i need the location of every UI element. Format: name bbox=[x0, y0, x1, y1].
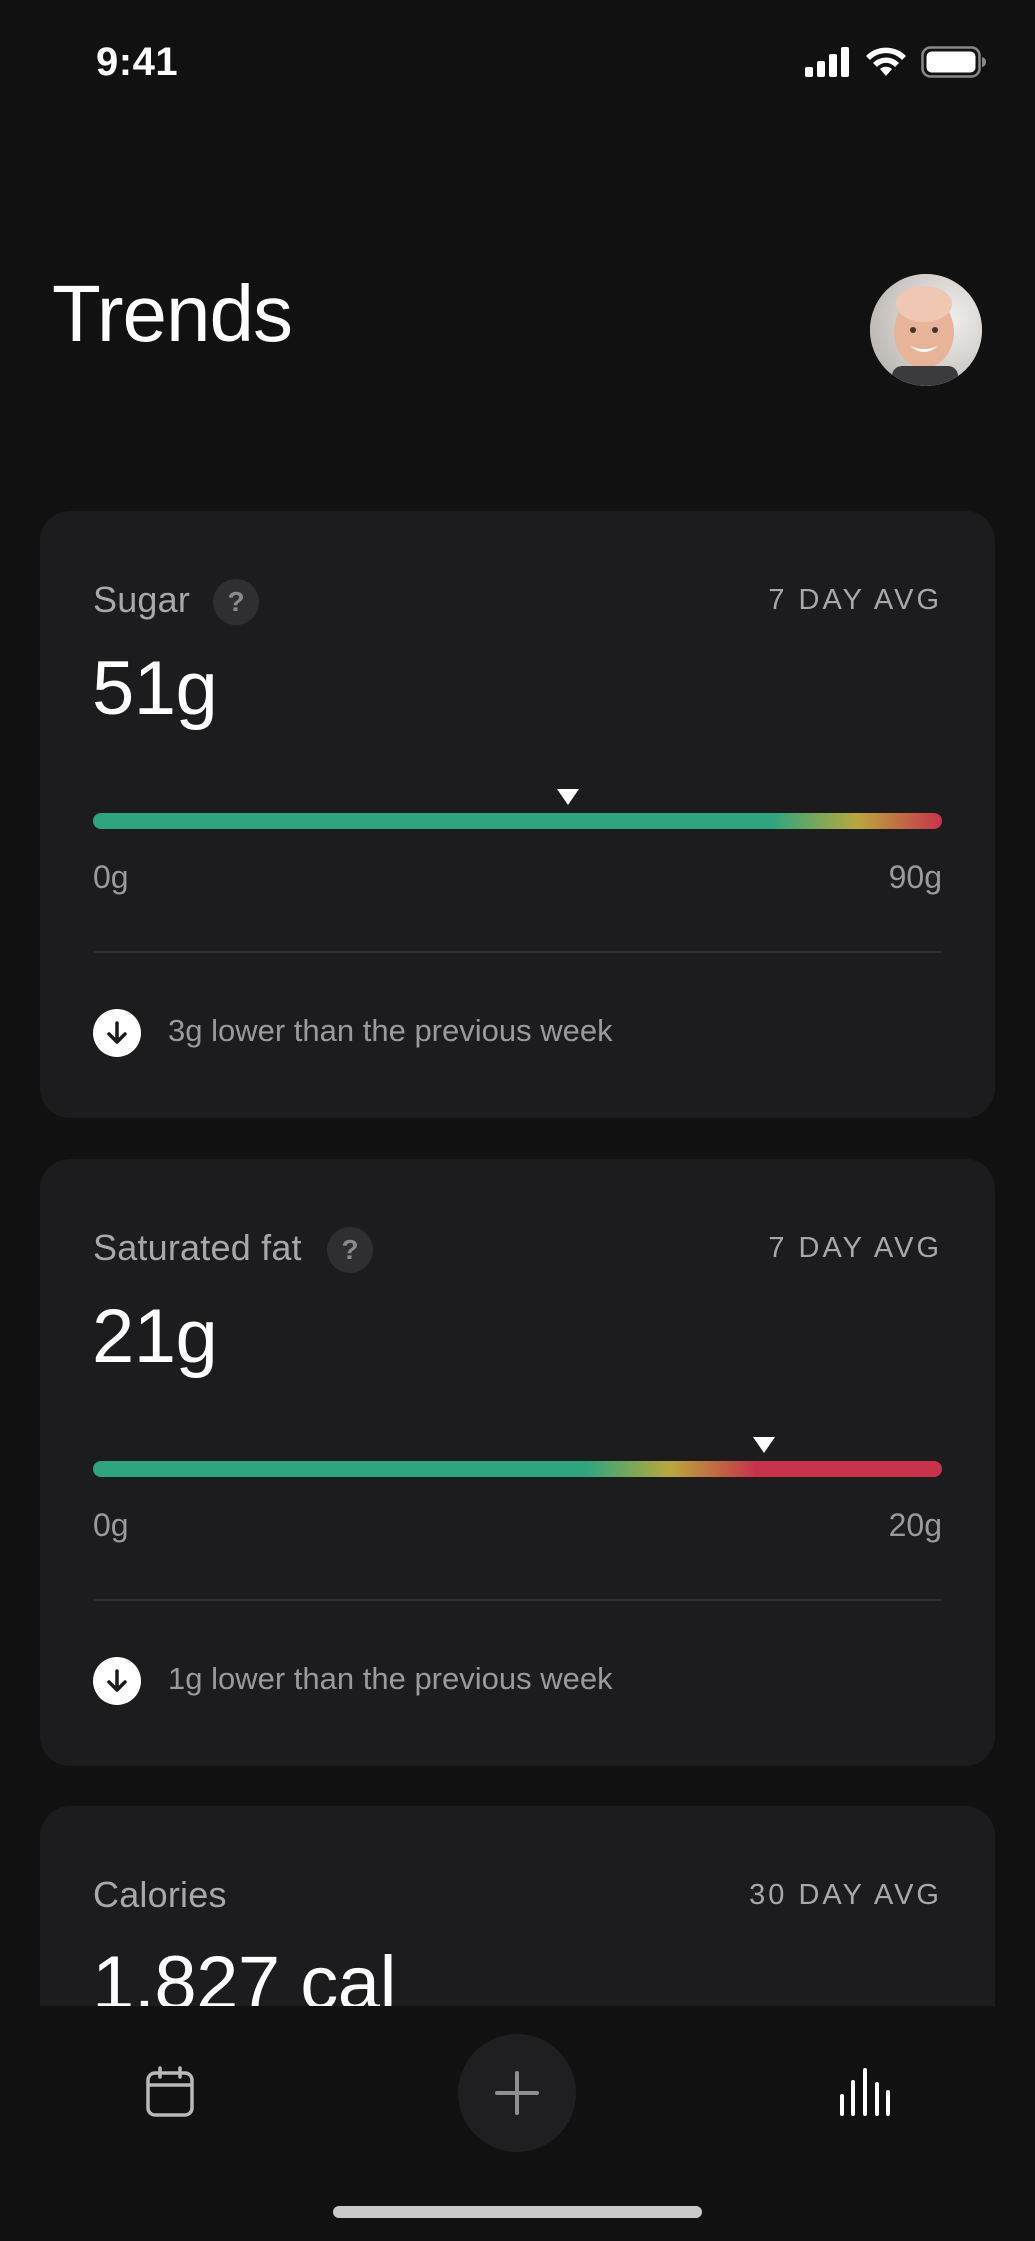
gauge-bar bbox=[93, 813, 942, 829]
gauge-marker bbox=[557, 789, 580, 805]
bar-chart-icon[interactable] bbox=[838, 2066, 892, 2121]
arrow-down-icon bbox=[93, 1657, 141, 1705]
signal-icon bbox=[805, 47, 849, 77]
gauge-min: 0g bbox=[93, 859, 129, 895]
gauge-bar bbox=[93, 1461, 942, 1477]
gauge-max: 90g bbox=[888, 859, 942, 895]
sugar-card[interactable]: Sugar ? 7 DAY AVG 51g 0g 90g 3g lower th… bbox=[40, 511, 995, 1118]
divider bbox=[93, 1599, 942, 1601]
card-value: 21g bbox=[92, 1294, 218, 1379]
saturated-fat-card[interactable]: Saturated fat ? 7 DAY AVG 21g 0g 20g 1g … bbox=[40, 1159, 995, 1766]
wifi-icon bbox=[866, 47, 906, 76]
help-button[interactable]: ? bbox=[213, 579, 259, 625]
avatar[interactable] bbox=[870, 274, 982, 386]
card-label: Sugar bbox=[93, 579, 191, 620]
trend-text: 3g lower than the previous week bbox=[168, 1013, 613, 1048]
card-period: 7 DAY AVG bbox=[768, 1232, 942, 1264]
plus-icon bbox=[495, 2071, 539, 2115]
status-icons bbox=[805, 46, 987, 78]
card-period: 7 DAY AVG bbox=[768, 584, 942, 616]
arrow-down-icon bbox=[93, 1009, 141, 1057]
divider bbox=[93, 951, 942, 953]
help-button[interactable]: ? bbox=[327, 1227, 373, 1273]
status-time: 9:41 bbox=[96, 40, 179, 84]
battery-icon bbox=[921, 46, 986, 78]
page-title: Trends bbox=[52, 269, 293, 358]
home-indicator[interactable] bbox=[333, 2206, 702, 2218]
profile-photo-icon bbox=[870, 274, 982, 386]
gauge-min: 0g bbox=[93, 1507, 129, 1543]
calendar-icon[interactable] bbox=[145, 2066, 195, 2123]
card-value: 51g bbox=[92, 646, 218, 731]
card-period: 30 DAY AVG bbox=[749, 1879, 942, 1911]
gauge-max: 20g bbox=[888, 1507, 942, 1543]
card-label: Calories bbox=[93, 1874, 227, 1915]
gauge-marker bbox=[752, 1437, 775, 1453]
card-label: Saturated fat bbox=[93, 1227, 302, 1268]
trend-text: 1g lower than the previous week bbox=[168, 1661, 613, 1696]
screen: 9:41 Trends Sugar ? 7 DAY AVG 51g 0g 90g… bbox=[0, 0, 1035, 2241]
add-button[interactable] bbox=[458, 2034, 576, 2152]
